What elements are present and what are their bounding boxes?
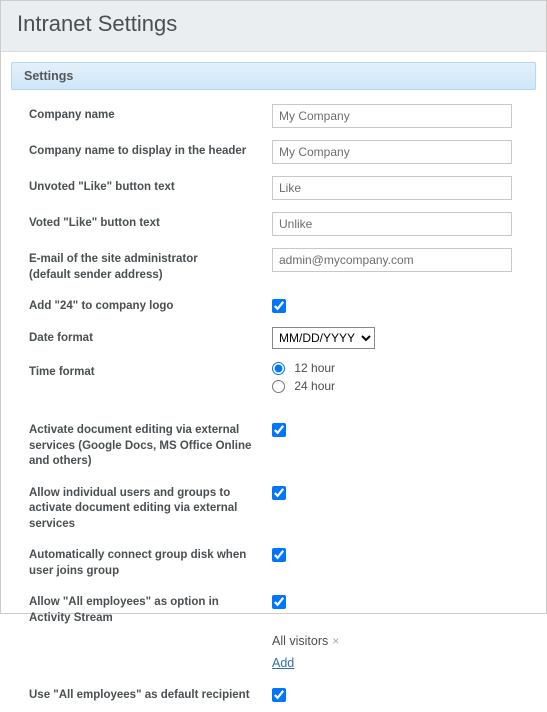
time-format-24-radio[interactable] — [272, 380, 285, 393]
page-header: Intranet Settings — [1, 1, 546, 52]
label-date-format: Date format — [29, 327, 272, 347]
row-add24: Add "24" to company logo — [29, 295, 530, 315]
voted-like-input[interactable] — [272, 212, 512, 236]
label-default-recipient: Use "All employees" as default recipient — [29, 684, 272, 704]
label-voted-like: Voted "Like" button text — [29, 212, 272, 232]
time-format-12-label[interactable]: 12 hour — [272, 361, 530, 375]
company-name-header-input[interactable] — [272, 140, 512, 164]
label-company-name: Company name — [29, 104, 272, 124]
label-company-name-header: Company name to display in the header — [29, 140, 272, 160]
time-format-12-radio[interactable] — [272, 362, 285, 375]
label-admin-email-line1: E-mail of the site administrator — [29, 253, 198, 265]
row-unvoted-like: Unvoted "Like" button text — [29, 176, 530, 200]
row-external-editing: Activate document editing via external s… — [29, 419, 530, 470]
add-link[interactable]: Add — [272, 656, 294, 670]
main-panel: Settings Company name Company name to di… — [1, 52, 546, 712]
label-allow-user-external: Allow individual users and groups to act… — [29, 482, 272, 533]
time-format-24-text: 24 hour — [294, 379, 335, 393]
time-format-12-text: 12 hour — [294, 361, 335, 375]
allow-user-external-checkbox[interactable] — [272, 486, 286, 500]
company-name-input[interactable] — [272, 104, 512, 128]
row-admin-email: E-mail of the site administrator (defaul… — [29, 248, 530, 283]
time-format-24-label[interactable]: 24 hour — [272, 379, 530, 393]
row-time-format: Time format 12 hour 24 hour — [29, 361, 530, 398]
label-external-editing: Activate document editing via external s… — [29, 419, 272, 470]
allow-all-employees-stream-checkbox[interactable] — [272, 595, 286, 609]
row-voted-like: Voted "Like" button text — [29, 212, 530, 236]
row-date-format: Date format MM/DD/YYYY — [29, 327, 530, 349]
add24-checkbox[interactable] — [272, 299, 286, 313]
external-editing-checkbox[interactable] — [272, 423, 286, 437]
row-default-recipient: Use "All employees" as default recipient — [29, 684, 530, 704]
label-allow-all-employees-stream: Allow "All employees" as option in Activ… — [29, 591, 272, 626]
label-unvoted-like: Unvoted "Like" button text — [29, 176, 272, 196]
close-icon[interactable]: × — [332, 634, 339, 648]
unvoted-like-input[interactable] — [272, 176, 512, 200]
visitor-tag: All visitors × — [272, 634, 339, 648]
section-title: Settings — [11, 62, 536, 90]
row-allow-all-employees-stream: Allow "All employees" as option in Activ… — [29, 591, 530, 626]
row-company-name-header: Company name to display in the header — [29, 140, 530, 164]
label-time-format: Time format — [29, 361, 272, 381]
page-title: Intranet Settings — [17, 11, 530, 37]
row-auto-group-disk: Automatically connect group disk when us… — [29, 544, 530, 579]
settings-window: Intranet Settings Settings Company name … — [0, 0, 547, 614]
row-allow-user-external: Allow individual users and groups to act… — [29, 482, 530, 533]
date-format-select[interactable]: MM/DD/YYYY — [272, 327, 375, 349]
visitor-tag-label: All visitors — [272, 634, 328, 648]
row-company-name: Company name — [29, 104, 530, 128]
admin-email-input[interactable] — [272, 248, 512, 272]
auto-group-disk-checkbox[interactable] — [272, 548, 286, 562]
row-stream-tags: All visitors × Add — [29, 634, 530, 670]
label-auto-group-disk: Automatically connect group disk when us… — [29, 544, 272, 579]
label-add24: Add "24" to company logo — [29, 295, 272, 315]
label-admin-email-line2: (default sender address) — [29, 268, 262, 284]
label-admin-email: E-mail of the site administrator (defaul… — [29, 248, 272, 283]
default-recipient-checkbox[interactable] — [272, 688, 286, 702]
